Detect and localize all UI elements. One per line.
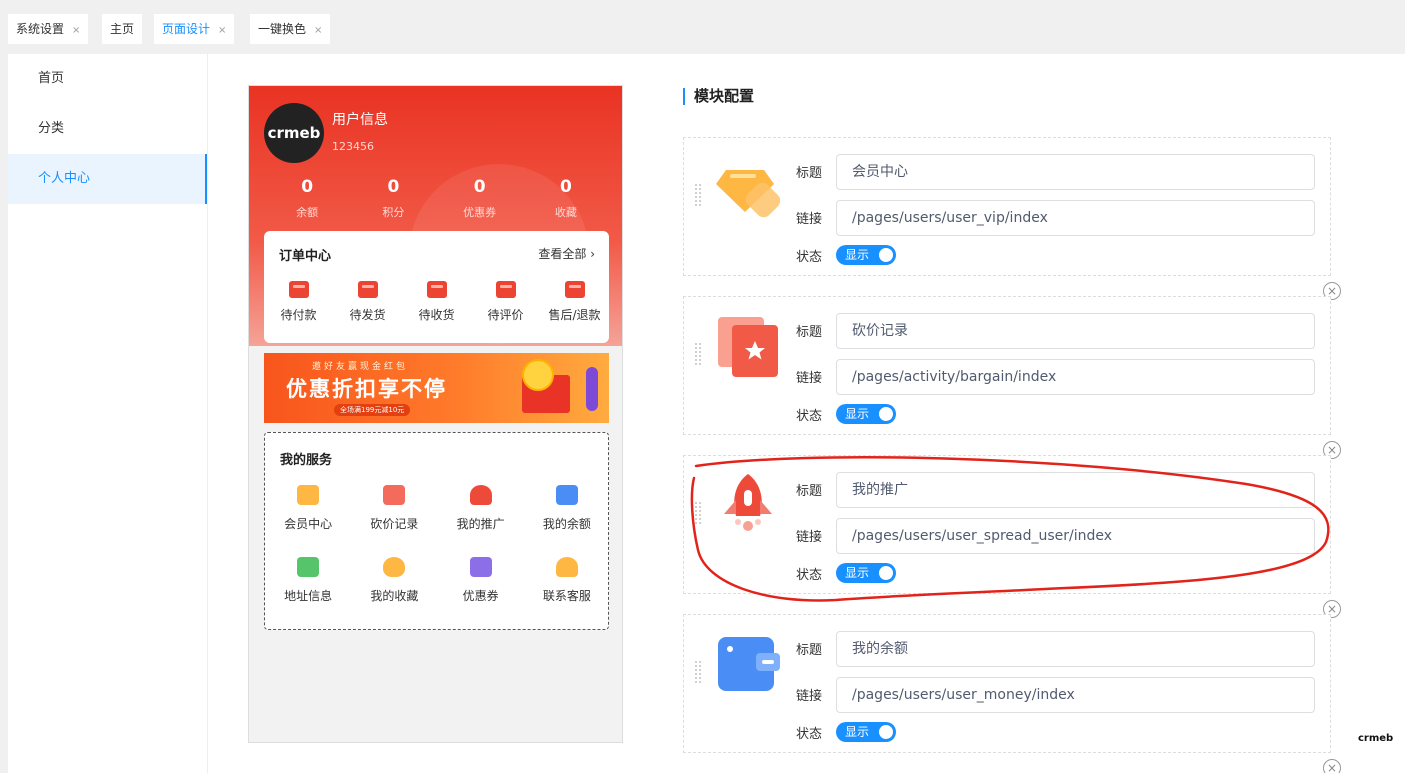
tab-theme-color[interactable]: 一键换色 ×: [250, 14, 331, 44]
heart-icon: [383, 557, 406, 577]
services-grid: 会员中心 砍价记录 我的推广 我的余额 地址信息 我的收藏 优惠券 联系客服: [265, 485, 610, 629]
bargain-star-icon: [383, 485, 406, 505]
bargain-star-icon: [718, 317, 778, 377]
module-card[interactable]: 标题 会员中心 链接 /pages/users/user_vip/index 状…: [683, 137, 1331, 276]
service-favorites[interactable]: 我的收藏: [351, 557, 437, 629]
field-label-status: 状态: [796, 250, 823, 265]
field-label-title: 标题: [796, 166, 823, 181]
service-vip[interactable]: 会员中心: [265, 485, 351, 557]
order-pending-shipment[interactable]: 待发货: [333, 277, 402, 323]
module-card[interactable]: 标题 我的推广 链接 /pages/users/user_spread_user…: [683, 455, 1331, 594]
field-label-link: 链接: [796, 689, 823, 704]
brand-logo: crmeb: [1358, 733, 1394, 744]
promo-banner[interactable]: 邀好友赢现金红包 优惠折扣享不停 全场满199元减10元: [264, 353, 609, 423]
stat-balance[interactable]: 0 余额: [264, 176, 350, 220]
rocket-icon: [469, 485, 492, 505]
link-input[interactable]: /pages/users/user_spread_user/index: [836, 518, 1315, 554]
field-label-link: 链接: [796, 212, 823, 227]
order-pending-payment[interactable]: 待付款: [264, 277, 333, 323]
user-stats: 0 余额 0 积分 0 优惠券 0 收藏: [264, 176, 609, 220]
service-address[interactable]: 地址信息: [265, 557, 351, 629]
refund-icon: [564, 281, 585, 298]
title-input[interactable]: 会员中心: [836, 154, 1315, 190]
title-input[interactable]: 砍价记录: [836, 313, 1315, 349]
nav-item-category[interactable]: 分类: [8, 104, 207, 154]
vip-diamond-icon: [716, 170, 780, 218]
title-input[interactable]: 我的余额: [836, 631, 1315, 667]
field-label-title: 标题: [796, 643, 823, 658]
order-status-row: 待付款 待发货 待收货 待评价 售后/退款: [264, 277, 609, 323]
phone-preview: crmeb 用户信息 123456 0 余额 0 积分 0 优惠券 0 收藏 订单中心 …: [248, 85, 623, 743]
service-bargain[interactable]: 砍价记录: [351, 485, 437, 557]
drag-handle-icon[interactable]: [694, 342, 702, 366]
tab-page-design[interactable]: 页面设计 ×: [154, 14, 235, 44]
module-card[interactable]: 标题 我的余额 链接 /pages/users/user_money/index…: [683, 614, 1331, 753]
drag-handle-icon[interactable]: [694, 660, 702, 684]
link-input[interactable]: /pages/activity/bargain/index: [836, 359, 1315, 395]
order-refund[interactable]: 售后/退款: [540, 277, 609, 323]
field-label-title: 标题: [796, 484, 823, 499]
service-balance[interactable]: 我的余额: [524, 485, 610, 557]
drag-handle-icon[interactable]: [694, 501, 702, 525]
nav-item-home[interactable]: 首页: [8, 54, 207, 104]
field-label-link: 链接: [796, 371, 823, 386]
module-config-title: 模块配置: [683, 88, 754, 105]
link-input[interactable]: /pages/users/user_vip/index: [836, 200, 1315, 236]
truck-icon: [357, 281, 378, 298]
field-label-link: 链接: [796, 530, 823, 545]
close-icon[interactable]: ×: [314, 25, 322, 36]
status-toggle[interactable]: 显示: [836, 245, 896, 265]
link-input[interactable]: /pages/users/user_money/index: [836, 677, 1315, 713]
tab-system-settings[interactable]: 系统设置 ×: [8, 14, 89, 44]
close-icon[interactable]: ×: [72, 25, 80, 36]
service-support[interactable]: 联系客服: [524, 557, 610, 629]
field-label-status: 状态: [796, 568, 823, 583]
remove-module-button[interactable]: ×: [1323, 759, 1341, 773]
leaf-decor: [586, 367, 598, 411]
service-promotion[interactable]: 我的推广: [438, 485, 524, 557]
wallet-icon: [288, 281, 309, 298]
field-label-status: 状态: [796, 727, 823, 742]
order-pending-review[interactable]: 待评价: [471, 277, 540, 323]
my-services: 我的服务 会员中心 砍价记录 我的推广 我的余额 地址信息 我的收藏 优惠券 联…: [264, 432, 609, 630]
order-pending-receipt[interactable]: 待收货: [402, 277, 471, 323]
user-id: 123456: [332, 140, 374, 153]
coin-icon: [522, 359, 554, 391]
tab-home[interactable]: 主页: [102, 14, 143, 44]
wallet-icon: [555, 485, 578, 505]
user-title: 用户信息: [332, 112, 388, 128]
status-toggle[interactable]: 显示: [836, 563, 896, 583]
drag-handle-icon[interactable]: [694, 183, 702, 207]
stat-favorites[interactable]: 0 收藏: [523, 176, 609, 220]
order-center: 订单中心 查看全部 › 待付款 待发货 待收货 待评价 售后/退款: [264, 231, 609, 343]
tab-bar: 系统设置 × 主页 页面设计 × 一键换色 ×: [0, 0, 1405, 54]
avatar: crmeb: [264, 103, 324, 163]
address-book-icon: [297, 557, 320, 577]
page-nav: 首页 分类 个人中心: [8, 54, 208, 773]
wallet-icon: [718, 637, 780, 691]
stat-points[interactable]: 0 积分: [350, 176, 436, 220]
status-toggle[interactable]: 显示: [836, 404, 896, 424]
module-card[interactable]: 标题 砍价记录 链接 /pages/activity/bargain/index…: [683, 296, 1331, 435]
headset-icon: [555, 557, 578, 577]
package-icon: [426, 281, 447, 298]
services-title: 我的服务: [280, 453, 333, 468]
nav-item-user-center[interactable]: 个人中心: [8, 154, 207, 204]
coupon-icon: [469, 557, 492, 577]
field-label-title: 标题: [796, 325, 823, 340]
comment-icon: [495, 281, 516, 298]
rocket-icon: [724, 474, 772, 531]
view-all-link[interactable]: 查看全部 ›: [538, 245, 595, 262]
title-input[interactable]: 我的推广: [836, 472, 1315, 508]
vip-diamond-icon: [297, 485, 320, 505]
field-label-status: 状态: [796, 409, 823, 424]
order-center-title: 订单中心: [279, 249, 332, 264]
stat-coupons[interactable]: 0 优惠券: [437, 176, 523, 220]
status-toggle[interactable]: 显示: [836, 722, 896, 742]
service-coupons[interactable]: 优惠券: [438, 557, 524, 629]
close-icon[interactable]: ×: [218, 25, 226, 36]
